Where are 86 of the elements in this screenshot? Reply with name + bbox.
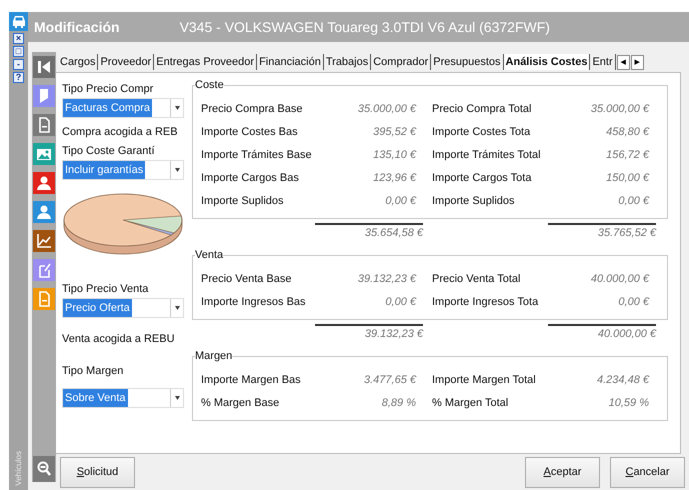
- field-value: 39.132,23 €: [356, 272, 416, 284]
- tab[interactable]: Trabajos: [324, 54, 372, 70]
- sum-value: 40.000,00 €: [548, 324, 656, 340]
- edit-document-icon[interactable]: [33, 259, 55, 281]
- document-icon[interactable]: [33, 114, 55, 136]
- car-icon[interactable]: [9, 12, 28, 31]
- field-value: 4.234,48 €: [596, 374, 649, 386]
- action-button[interactable]: Solicitud: [60, 456, 135, 488]
- field-label: % Margen Total: [432, 396, 510, 408]
- field-value: 0,00 €: [617, 194, 649, 206]
- image-icon[interactable]: [33, 143, 55, 165]
- tab[interactable]: Análisis Costes: [504, 54, 590, 70]
- dropdown[interactable]: Sobre Venta: [62, 388, 184, 408]
- field-value: 135,10 €: [372, 148, 416, 160]
- caret-icon: [174, 306, 180, 310]
- field-value: 35.000,00 €: [356, 102, 416, 114]
- field-value: 150,00 €: [605, 172, 649, 184]
- zoom-out-icon[interactable]: [33, 456, 55, 482]
- skip-back-icon[interactable]: [33, 56, 55, 78]
- field-value: 0,00 €: [384, 296, 416, 308]
- tab[interactable]: Cargos: [58, 54, 98, 70]
- tab[interactable]: Comprador: [371, 54, 432, 70]
- person-icon[interactable]: [33, 172, 55, 194]
- window-control-button[interactable]: -: [13, 59, 24, 70]
- sum-value: 35.654,58 €: [315, 223, 423, 239]
- field-label: Importe Trámites Base: [201, 148, 313, 160]
- field-label: Importe Cargos Bas: [201, 172, 300, 184]
- window-control-button[interactable]: □: [13, 46, 24, 57]
- field-label: Importe Trámites Total: [432, 148, 542, 160]
- field-value: 0,00 €: [384, 194, 416, 206]
- tab[interactable]: Proveedor: [98, 54, 154, 70]
- sum-value: 39.132,23 €: [315, 324, 423, 340]
- field-label: Tipo Coste Garantí: [62, 144, 156, 159]
- tab[interactable]: Financiación: [257, 54, 324, 70]
- field-value: 123,96 €: [372, 172, 416, 184]
- field-label: Precio Compra Total: [432, 102, 532, 114]
- dropdown[interactable]: Facturas Compra: [62, 98, 184, 118]
- field-label: Importe Suplidos: [201, 194, 285, 206]
- field-value: 10,59 %: [608, 396, 649, 408]
- field-label: Importe Costes Bas: [201, 126, 299, 138]
- field-label: Importe Suplidos: [432, 194, 516, 206]
- dropdown[interactable]: Precio Oferta: [62, 298, 184, 318]
- field-label: Importe Ingresos Bas: [201, 296, 307, 308]
- field-label: Precio Venta Base: [201, 272, 293, 284]
- bookmark-icon[interactable]: [33, 85, 55, 107]
- field-label: Compra acogida a REB: [62, 125, 179, 140]
- person-icon[interactable]: [33, 201, 55, 223]
- field-value: 458,80 €: [605, 126, 649, 138]
- group-title: Margen: [195, 350, 232, 362]
- field-label: Precio Venta Total: [432, 272, 522, 284]
- field-label: Importe Margen Total: [432, 374, 537, 386]
- window-subtitle: V345 - VOLKSWAGEN Touareg 3.0TDI V6 Azul (6372FWF): [180, 19, 550, 35]
- field-value: 3.477,65 €: [363, 374, 416, 386]
- field-label: Importe Ingresos Tota: [432, 296, 540, 308]
- window-title: Modificación: [34, 19, 120, 35]
- group-title: Coste: [195, 79, 224, 91]
- field-label: Importe Margen Bas: [201, 374, 302, 386]
- tab[interactable]: Entregas Proveedor: [154, 54, 258, 70]
- field-label: Importe Cargos Tota: [432, 172, 532, 184]
- field-value: 40.000,00 €: [590, 272, 649, 284]
- field-label: Importe Costes Tota: [432, 126, 532, 138]
- field-label: Precio Compra Base: [201, 102, 304, 114]
- caret-icon: [174, 396, 180, 400]
- field-value: 395,52 €: [372, 126, 416, 138]
- sum-value: 35.765,52 €: [548, 223, 656, 239]
- field-value: 0,00 €: [617, 296, 649, 308]
- caret-icon: [174, 168, 180, 172]
- dropdown[interactable]: Incluir garantías: [62, 160, 184, 180]
- field-label: Venta acogida a REBU: [62, 332, 176, 347]
- action-button[interactable]: Aceptar: [525, 456, 600, 488]
- field-value: 8,89 %: [380, 396, 416, 408]
- window-control-button[interactable]: ?: [13, 72, 24, 83]
- field-label: Tipo Precio Venta: [62, 282, 150, 297]
- group-title: Venta: [195, 249, 224, 261]
- tab[interactable]: Entr: [590, 54, 616, 70]
- document-icon[interactable]: [33, 288, 55, 310]
- field-value: 35.000,00 €: [590, 102, 649, 114]
- field-value: 156,72 €: [605, 148, 649, 160]
- field-label: Tipo Margen: [62, 364, 124, 379]
- action-button[interactable]: Cancelar: [610, 456, 685, 488]
- caret-icon: [174, 106, 180, 110]
- chart-icon[interactable]: [33, 230, 55, 252]
- field-label: % Margen Base: [201, 396, 280, 408]
- side-label: Vehículos: [14, 451, 24, 486]
- window-control-button[interactable]: ×: [13, 33, 24, 44]
- field-label: Tipo Precio Compr: [62, 82, 154, 97]
